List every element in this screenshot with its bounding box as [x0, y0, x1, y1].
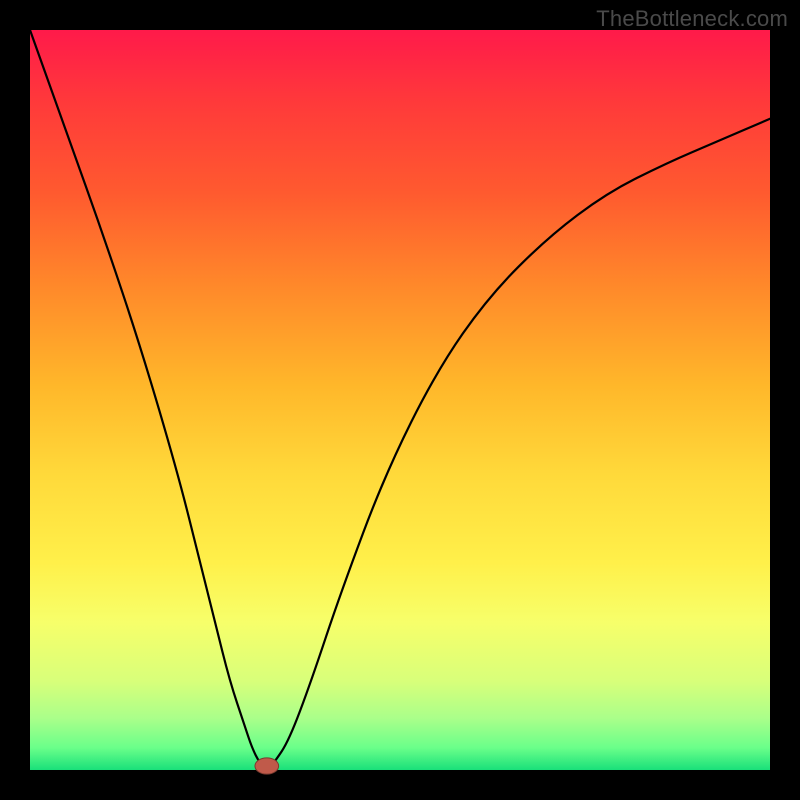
plot-area — [30, 30, 770, 770]
watermark-text: TheBottleneck.com — [596, 6, 788, 32]
chart-frame: TheBottleneck.com — [0, 0, 800, 800]
curve-svg — [30, 30, 770, 770]
bottleneck-curve — [30, 30, 770, 768]
minimum-marker — [255, 758, 279, 774]
